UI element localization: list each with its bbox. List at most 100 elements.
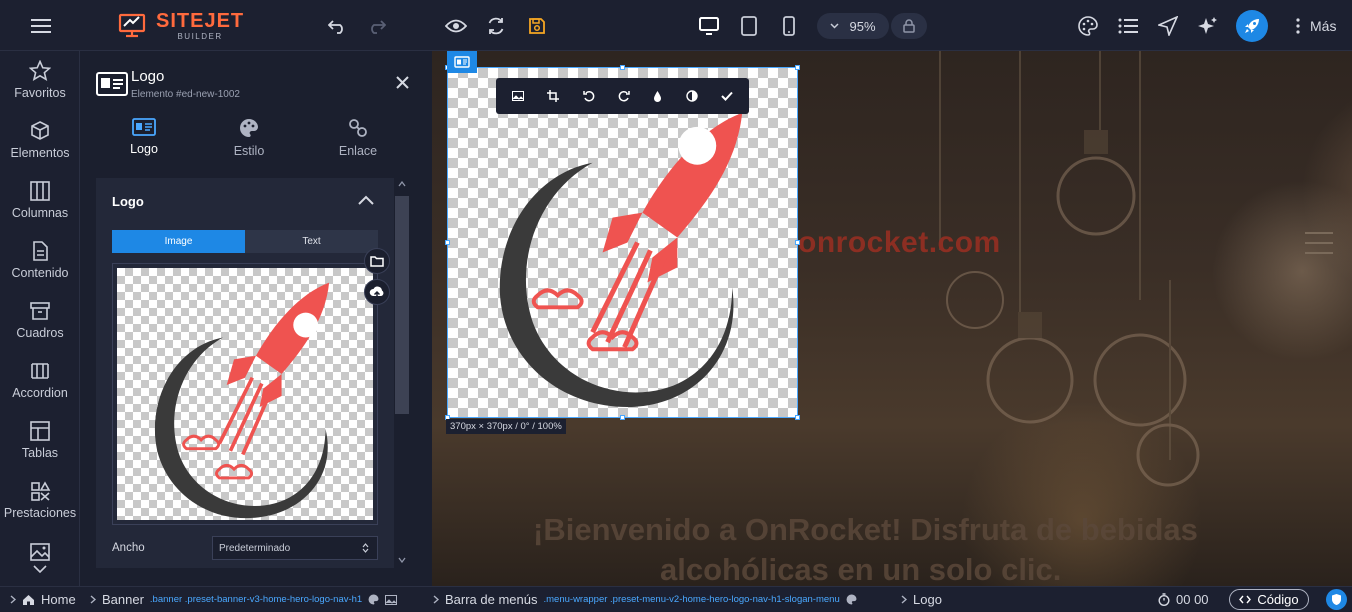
security-shield-button[interactable] bbox=[1326, 589, 1347, 610]
rotate-right-icon[interactable] bbox=[618, 90, 630, 102]
page-canvas[interactable]: onrocket.com ¡Bienvenido a OnRocket! Dis… bbox=[432, 51, 1352, 586]
contrast-icon[interactable] bbox=[686, 90, 698, 102]
cloud-upload-icon bbox=[369, 286, 384, 298]
lock-button[interactable] bbox=[891, 13, 927, 39]
close-icon[interactable] bbox=[396, 76, 409, 89]
sidebar-item-favoritos[interactable]: Favoritos bbox=[0, 60, 80, 100]
undo-icon[interactable] bbox=[321, 0, 353, 51]
resize-handle-tr[interactable] bbox=[795, 65, 800, 70]
menu-icon[interactable] bbox=[22, 0, 60, 51]
crop-icon[interactable] bbox=[547, 90, 560, 102]
more-menu[interactable]: Más bbox=[1296, 0, 1336, 51]
code-button[interactable]: Código bbox=[1229, 589, 1309, 610]
cube-icon bbox=[31, 121, 49, 140]
left-sidebar: Favoritos Elementos Columnas Contenido C… bbox=[0, 51, 80, 586]
tab-logo[interactable]: Logo bbox=[94, 118, 194, 156]
image-icon bbox=[385, 594, 398, 605]
resize-handle-l[interactable] bbox=[445, 240, 450, 245]
chevron-right-icon bbox=[90, 595, 96, 604]
breadcrumb-class: .banner .preset-banner-v3-home-hero-logo… bbox=[149, 594, 363, 605]
breadcrumb-label: Logo bbox=[913, 592, 942, 607]
tab-enlace[interactable]: Enlace bbox=[308, 118, 408, 158]
tab-label: Logo bbox=[130, 142, 158, 156]
folder-button[interactable] bbox=[364, 248, 390, 274]
sidebar-item-label: Favoritos bbox=[14, 86, 66, 100]
panel-scrollbar-thumb[interactable] bbox=[395, 196, 409, 414]
design-palette-icon[interactable] bbox=[1072, 0, 1104, 51]
select-arrows-icon bbox=[362, 543, 369, 553]
logo-image-preview[interactable] bbox=[112, 263, 378, 525]
zoom-value: 95% bbox=[849, 18, 876, 34]
refresh-icon[interactable] bbox=[480, 0, 512, 51]
star-icon bbox=[29, 60, 51, 81]
sidebar-item-cuadros[interactable]: Cuadros bbox=[0, 300, 80, 340]
tab-estilo[interactable]: Estilo bbox=[199, 118, 299, 158]
publish-rocket-button[interactable] bbox=[1236, 10, 1268, 42]
accordion-icon bbox=[31, 363, 49, 379]
hero-heading-line2[interactable]: alcohólicas en un solo clic. bbox=[660, 552, 1061, 586]
chevron-right-icon bbox=[901, 595, 907, 604]
site-brand-text[interactable]: onrocket.com bbox=[798, 226, 1001, 260]
sidebar-item-media[interactable] bbox=[0, 541, 80, 563]
site-menu-icon[interactable] bbox=[1305, 231, 1333, 255]
list-icon[interactable] bbox=[1112, 0, 1144, 51]
palette-icon bbox=[846, 594, 857, 605]
document-icon bbox=[33, 241, 48, 261]
lock-icon bbox=[903, 19, 915, 33]
resize-handle-t[interactable] bbox=[620, 65, 625, 70]
upload-button[interactable] bbox=[364, 279, 390, 305]
navigate-arrow-icon[interactable] bbox=[1152, 0, 1184, 51]
redo-icon[interactable] bbox=[361, 0, 393, 51]
resize-handle-b[interactable] bbox=[620, 415, 625, 420]
sidebar-item-prestaciones[interactable]: Prestaciones bbox=[0, 480, 80, 520]
breadcrumb-home[interactable]: Home bbox=[10, 587, 76, 612]
breadcrumb-banner[interactable]: Banner .banner .preset-banner-v3-home-he… bbox=[90, 587, 398, 612]
mobile-view-icon[interactable] bbox=[773, 0, 805, 51]
rocket-moon-logo-image bbox=[154, 282, 330, 519]
breadcrumb-label: Home bbox=[41, 592, 76, 607]
sidebar-item-contenido[interactable]: Contenido bbox=[0, 240, 80, 280]
text-mode-button[interactable]: Text bbox=[245, 230, 378, 253]
rotate-left-icon[interactable] bbox=[582, 90, 595, 102]
panel-title: Logo bbox=[131, 68, 165, 85]
sidebar-item-elementos[interactable]: Elementos bbox=[0, 120, 80, 160]
element-type-badge[interactable] bbox=[447, 51, 477, 73]
scroll-down-icon[interactable] bbox=[398, 557, 406, 563]
sidebar-item-label: Elementos bbox=[10, 146, 70, 160]
preview-eye-icon[interactable] bbox=[440, 0, 472, 51]
chevron-up-icon[interactable] bbox=[358, 195, 374, 205]
breadcrumb-logo[interactable]: Logo bbox=[901, 587, 942, 612]
ai-sparkle-icon[interactable] bbox=[1192, 0, 1224, 51]
desktop-view-icon[interactable] bbox=[693, 0, 725, 51]
palette-icon bbox=[368, 594, 379, 605]
breadcrumb-bar: Home Banner .banner .preset-banner-v3-ho… bbox=[0, 586, 1352, 611]
shapes-icon bbox=[31, 481, 51, 501]
sidebar-item-columnas[interactable]: Columnas bbox=[0, 180, 80, 220]
drop-icon[interactable] bbox=[653, 90, 662, 102]
logo-title: SITEJET bbox=[156, 10, 245, 32]
sidebar-item-tablas[interactable]: Tablas bbox=[0, 420, 80, 460]
sidebar-item-label: Tablas bbox=[21, 446, 59, 460]
tablet-view-icon[interactable] bbox=[733, 0, 765, 51]
element-settings-panel: Logo Elemento #ed-new-1002 Logo Estilo E… bbox=[80, 51, 432, 586]
image-icon[interactable] bbox=[511, 91, 524, 101]
tab-label: Estilo bbox=[233, 144, 265, 158]
hero-heading-line1[interactable]: ¡Bienvenido a OnRocket! Disfruta de bebi… bbox=[533, 512, 1198, 548]
folder-icon bbox=[370, 256, 384, 267]
zoom-select[interactable]: 95% bbox=[817, 13, 889, 39]
sidebar-scroll-down[interactable] bbox=[0, 565, 80, 573]
sidebar-item-accordion[interactable]: Accordion bbox=[0, 360, 80, 400]
logo-type-switch: Image Text bbox=[112, 230, 378, 253]
ancho-select[interactable]: Predeterminado bbox=[212, 536, 378, 560]
breadcrumb-menu[interactable]: Barra de menús .menu-wrapper .preset-men… bbox=[433, 587, 857, 612]
save-icon[interactable] bbox=[521, 0, 553, 51]
resize-handle-br[interactable] bbox=[795, 415, 800, 420]
resize-handle-r[interactable] bbox=[795, 240, 800, 245]
scroll-up-icon[interactable] bbox=[398, 181, 406, 187]
rocket-icon bbox=[1245, 19, 1259, 33]
ancho-label: Ancho bbox=[112, 542, 145, 554]
check-icon[interactable] bbox=[721, 91, 733, 101]
sitejet-logo: SITEJET BUILDER bbox=[118, 10, 244, 42]
home-icon bbox=[23, 594, 34, 605]
image-mode-button[interactable]: Image bbox=[112, 230, 245, 253]
